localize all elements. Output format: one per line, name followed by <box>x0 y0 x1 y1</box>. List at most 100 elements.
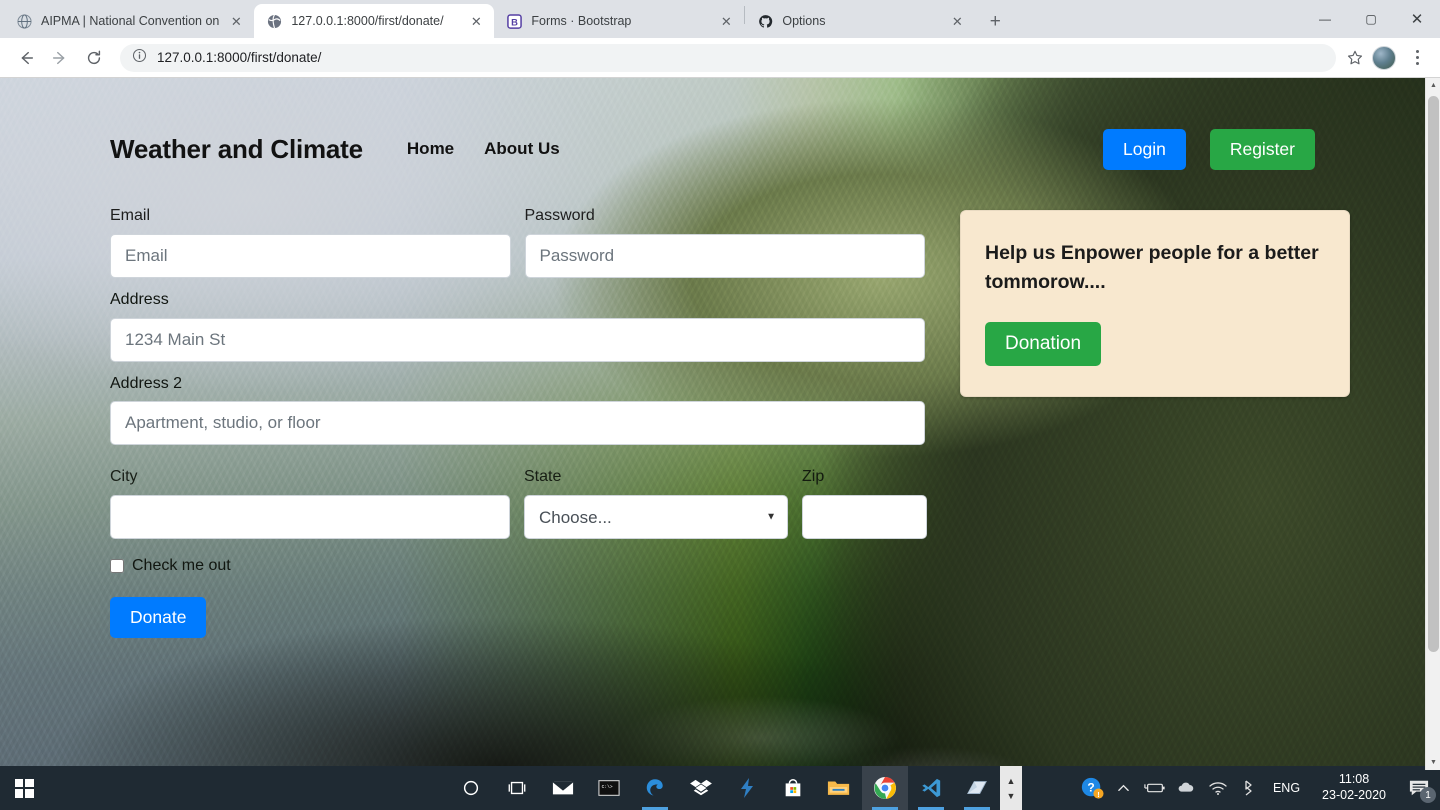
action-center-button[interactable]: 1 <box>1398 766 1440 810</box>
login-button[interactable]: Login <box>1103 128 1186 170</box>
wifi-icon[interactable] <box>1203 766 1233 810</box>
browser-tab-2[interactable]: 127.0.0.1:8000/first/donate/ ✕ <box>254 4 495 38</box>
email-label: Email <box>110 207 151 224</box>
scrollbar-thumb[interactable] <box>1428 96 1439 652</box>
form-row-city-state-zip: Choose... ▼ <box>110 495 927 540</box>
github-icon <box>757 13 773 29</box>
minimize-button[interactable]: — <box>1302 0 1348 38</box>
browser-tab-1[interactable]: AIPMA | National Convention on ✕ <box>4 4 254 38</box>
battery-icon[interactable] <box>1139 766 1171 810</box>
password-input[interactable] <box>524 233 925 278</box>
terminal-icon[interactable]: C:\> <box>586 766 632 810</box>
form-group-password: Password <box>524 206 925 278</box>
close-icon[interactable]: ✕ <box>718 13 734 29</box>
city-input[interactable] <box>110 495 510 540</box>
windows-taskbar: C:\> ▲ ▼ ? ! ENG 11:08 23-02-2020 1 <box>0 766 1440 810</box>
nav-link-home[interactable]: Home <box>407 139 454 159</box>
browser-tab-4[interactable]: Options ✕ <box>745 4 975 38</box>
close-icon[interactable]: ✕ <box>468 13 484 29</box>
help-icon[interactable]: ? ! <box>1075 766 1109 810</box>
system-tray: ? ! ENG 11:08 23-02-2020 1 <box>1075 766 1440 810</box>
state-select[interactable]: Choose... <box>524 495 788 540</box>
page-scrollbar[interactable]: ▲ ▼ <box>1425 78 1440 770</box>
url-text[interactable]: 127.0.0.1:8000/first/donate/ <box>157 50 321 65</box>
zip-label: Zip <box>802 468 825 486</box>
address-input[interactable] <box>110 317 925 362</box>
taskbar-apps: C:\> <box>448 766 1000 810</box>
address-label: Address <box>110 290 169 308</box>
onedrive-cloud-icon[interactable] <box>1171 766 1203 810</box>
email-input[interactable] <box>110 233 511 278</box>
scroll-up-icon[interactable]: ▲ <box>1007 776 1016 786</box>
city-label: City <box>110 468 138 486</box>
bootstrap-icon: B <box>506 13 522 29</box>
register-button[interactable]: Register <box>1209 128 1315 170</box>
language-indicator[interactable]: ENG <box>1263 781 1310 795</box>
check-me-out-checkbox[interactable] <box>110 559 124 574</box>
form-group-state: Choose... ▼ <box>524 495 788 540</box>
nav-link-about-us[interactable]: About Us <box>484 139 560 159</box>
start-button[interactable] <box>0 766 48 810</box>
donation-card-title: Help us Enpower people for a better tomm… <box>985 242 1319 293</box>
new-tab-button[interactable]: + <box>981 7 1009 35</box>
donate-submit-button[interactable]: Donate <box>110 597 207 639</box>
file-explorer-icon[interactable] <box>816 766 862 810</box>
form-group-address: Address <box>110 290 925 362</box>
browser-tab-3[interactable]: B Forms · Bootstrap ✕ <box>494 4 744 38</box>
cortana-icon[interactable] <box>448 766 494 810</box>
form-group-city <box>110 495 510 540</box>
zip-input[interactable] <box>802 495 927 540</box>
close-icon[interactable]: ✕ <box>228 13 244 29</box>
profile-avatar[interactable] <box>1372 45 1396 70</box>
donation-card: Help us Enpower people for a better tomm… <box>960 210 1350 397</box>
svg-text:!: ! <box>1097 790 1099 799</box>
site-brand[interactable]: Weather and Climate <box>110 134 363 165</box>
maximize-button[interactable]: ▢ <box>1348 0 1394 38</box>
form-row-credentials: Email Password <box>110 206 925 290</box>
scroll-down-icon[interactable]: ▼ <box>1007 791 1016 801</box>
lightshot-icon[interactable] <box>724 766 770 810</box>
donation-button[interactable]: Donation <box>985 321 1102 366</box>
form-group-zip <box>802 495 927 540</box>
chrome-menu-icon[interactable] <box>1404 43 1430 73</box>
site-navbar: Weather and Climate Home About Us Login … <box>0 78 1425 170</box>
taskbar-clock[interactable]: 11:08 23-02-2020 <box>1310 772 1398 803</box>
donation-form: Email Password Address <box>110 206 927 639</box>
site-info-icon[interactable] <box>132 48 147 68</box>
scroll-up-arrow-icon[interactable]: ▲ <box>1426 78 1440 93</box>
back-icon[interactable] <box>10 42 42 74</box>
clock-date: 23-02-2020 <box>1322 788 1386 802</box>
dropbox-icon[interactable] <box>678 766 724 810</box>
window-controls: — ▢ ✕ <box>1302 0 1440 38</box>
tab-title: Forms · Bootstrap <box>531 14 632 28</box>
page-layout: Email Password Address <box>0 206 1425 639</box>
sticky-notes-icon[interactable] <box>954 766 1000 810</box>
address-bar[interactable]: 127.0.0.1:8000/first/donate/ <box>120 43 1336 72</box>
close-icon[interactable]: ✕ <box>949 13 965 29</box>
taskbar-scroll-stepper[interactable]: ▲ ▼ <box>1000 766 1022 810</box>
edge-icon[interactable] <box>632 766 678 810</box>
reload-icon[interactable] <box>78 42 110 74</box>
address2-input[interactable] <box>110 401 925 446</box>
form-group-checkbox: Check me out <box>110 557 925 575</box>
mail-icon[interactable] <box>540 766 586 810</box>
clock-time: 11:08 <box>1338 772 1370 787</box>
show-hidden-icons-chevron[interactable] <box>1109 766 1139 810</box>
close-window-button[interactable]: ✕ <box>1394 0 1440 38</box>
donation-card-column: Help us Enpower people for a better tomm… <box>960 206 1350 397</box>
vscode-icon[interactable] <box>908 766 954 810</box>
chrome-icon[interactable] <box>862 766 908 810</box>
form-group-address2: Address 2 <box>110 374 925 446</box>
scroll-down-arrow-icon[interactable]: ▼ <box>1426 755 1440 770</box>
globe-blue-icon <box>16 13 32 29</box>
address2-label: Address 2 <box>110 374 183 392</box>
tab-strip: AIPMA | National Convention on ✕ 127.0.0… <box>0 0 1440 38</box>
page-content: Weather and Climate Home About Us Login … <box>0 78 1425 639</box>
task-view-icon[interactable] <box>494 766 540 810</box>
bluetooth-icon[interactable] <box>1233 766 1263 810</box>
microsoft-store-icon[interactable] <box>770 766 816 810</box>
bookmark-star-icon[interactable] <box>1346 49 1364 67</box>
forward-icon[interactable] <box>44 42 76 74</box>
tab-title: Options <box>782 14 826 28</box>
tab-title: 127.0.0.1:8000/first/donate/ <box>291 14 444 28</box>
